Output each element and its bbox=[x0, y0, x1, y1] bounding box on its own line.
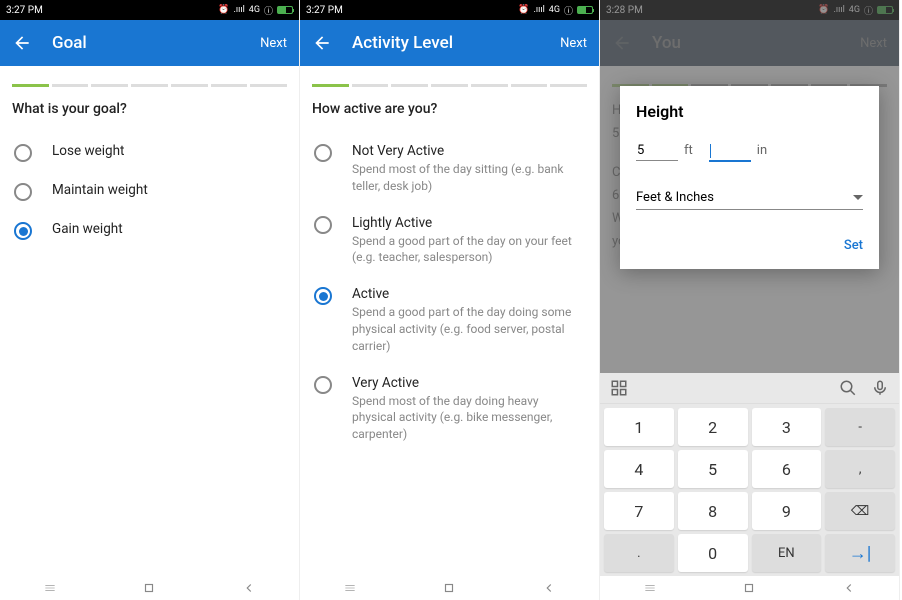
option-not-very-active[interactable]: Not Very Active Spend most of the day si… bbox=[300, 133, 599, 205]
radio-icon bbox=[14, 222, 32, 240]
signal-icon: .ıııl bbox=[234, 5, 245, 15]
option-title: Active bbox=[352, 286, 585, 302]
status-bar: 3:27 PM ⏰ .ıııl 4G ⓘ bbox=[0, 0, 299, 20]
recent-apps-icon[interactable] bbox=[43, 581, 57, 595]
key-dot[interactable]: . bbox=[604, 534, 674, 572]
grid-icon[interactable] bbox=[610, 379, 628, 397]
status-time: 3:27 PM bbox=[306, 5, 343, 16]
key-6[interactable]: 6 bbox=[752, 450, 822, 488]
option-title: Lightly Active bbox=[352, 215, 585, 231]
search-icon[interactable] bbox=[839, 379, 857, 397]
home-icon[interactable] bbox=[142, 581, 156, 595]
radio-icon bbox=[14, 183, 32, 201]
page-title: Goal bbox=[52, 33, 260, 53]
screen-goal: 3:27 PM ⏰ .ıııl 4G ⓘ Goal Next What is y… bbox=[0, 0, 300, 600]
radio-icon bbox=[14, 144, 32, 162]
key-backspace[interactable]: ⌫ bbox=[825, 492, 895, 530]
android-nav-bar bbox=[600, 576, 899, 600]
option-maintain-weight[interactable]: Maintain weight bbox=[0, 172, 299, 211]
height-dialog: Height ft in Feet & Inches Set bbox=[620, 86, 879, 269]
option-label: Gain weight bbox=[52, 221, 123, 237]
feet-label: ft bbox=[684, 143, 693, 158]
screen-you: 3:28 PM ⏰ .ıııl 4G ⓘ You Next H 5 C 6 W … bbox=[600, 0, 900, 600]
option-active[interactable]: Active Spend a good part of the day doin… bbox=[300, 276, 599, 364]
key-5[interactable]: 5 bbox=[678, 450, 748, 488]
screen-activity: 3:27 PM ⏰ .ıııl 4G ⓘ Activity Level Next… bbox=[300, 0, 600, 600]
option-lose-weight[interactable]: Lose weight bbox=[0, 133, 299, 172]
key-comma[interactable]: , bbox=[825, 450, 895, 488]
android-nav-bar bbox=[300, 576, 599, 600]
back-icon[interactable] bbox=[242, 581, 256, 595]
home-icon[interactable] bbox=[742, 581, 756, 595]
status-time: 3:27 PM bbox=[6, 5, 43, 16]
unit-value: Feet & Inches bbox=[636, 190, 714, 205]
key-1[interactable]: 1 bbox=[604, 408, 674, 446]
dialog-title: Height bbox=[636, 102, 863, 121]
back-button[interactable] bbox=[12, 33, 32, 53]
progress-indicator bbox=[300, 66, 599, 97]
next-button[interactable]: Next bbox=[560, 36, 587, 51]
option-title: Not Very Active bbox=[352, 143, 585, 159]
back-icon[interactable] bbox=[542, 581, 556, 595]
inches-label: in bbox=[757, 143, 767, 158]
option-desc: Spend most of the day sitting (e.g. bank… bbox=[352, 161, 585, 195]
recent-apps-icon[interactable] bbox=[643, 581, 657, 595]
home-icon[interactable] bbox=[442, 581, 456, 595]
option-lightly-active[interactable]: Lightly Active Spend a good part of the … bbox=[300, 205, 599, 277]
radio-icon bbox=[314, 376, 332, 394]
battery-icon bbox=[577, 6, 593, 14]
back-button[interactable] bbox=[312, 33, 332, 53]
question-text: What is your goal? bbox=[0, 97, 299, 133]
option-label: Maintain weight bbox=[52, 182, 148, 198]
key-minus[interactable]: - bbox=[825, 408, 895, 446]
key-9[interactable]: 9 bbox=[752, 492, 822, 530]
key-3[interactable]: 3 bbox=[752, 408, 822, 446]
feet-input[interactable] bbox=[636, 141, 678, 161]
option-desc: Spend most of the day doing heavy physic… bbox=[352, 393, 585, 443]
option-very-active[interactable]: Very Active Spend most of the day doing … bbox=[300, 365, 599, 453]
key-lang[interactable]: EN bbox=[752, 534, 822, 572]
key-2[interactable]: 2 bbox=[678, 408, 748, 446]
key-0[interactable]: 0 bbox=[678, 534, 748, 572]
recent-apps-icon[interactable] bbox=[343, 581, 357, 595]
option-desc: Spend a good part of the day doing some … bbox=[352, 304, 585, 354]
question-text: How active are you? bbox=[300, 97, 599, 133]
set-button[interactable]: Set bbox=[636, 238, 863, 253]
back-icon[interactable] bbox=[842, 581, 856, 595]
radio-icon bbox=[314, 287, 332, 305]
android-nav-bar bbox=[0, 576, 299, 600]
radio-icon bbox=[314, 144, 332, 162]
radio-icon bbox=[314, 216, 332, 234]
next-button[interactable]: Next bbox=[260, 36, 287, 51]
mic-icon[interactable] bbox=[871, 379, 889, 397]
option-desc: Spend a good part of the day on your fee… bbox=[352, 233, 585, 267]
numeric-keyboard: 1 2 3 - 4 5 6 , 7 8 9 ⌫ . 0 EN →| bbox=[600, 373, 899, 576]
network-label: 4G bbox=[249, 5, 260, 15]
unit-selector[interactable]: Feet & Inches bbox=[636, 186, 863, 210]
key-7[interactable]: 7 bbox=[604, 492, 674, 530]
option-label: Lose weight bbox=[52, 143, 124, 159]
option-gain-weight[interactable]: Gain weight bbox=[0, 211, 299, 250]
app-bar: Goal Next bbox=[0, 20, 299, 66]
dropdown-icon bbox=[853, 195, 863, 200]
page-title: Activity Level bbox=[352, 33, 560, 53]
key-4[interactable]: 4 bbox=[604, 450, 674, 488]
key-8[interactable]: 8 bbox=[678, 492, 748, 530]
option-title: Very Active bbox=[352, 375, 585, 391]
progress-indicator bbox=[0, 66, 299, 97]
alarm-icon: ⏰ bbox=[218, 5, 229, 15]
app-bar: Activity Level Next bbox=[300, 20, 599, 66]
inches-input[interactable] bbox=[709, 141, 751, 162]
battery-icon bbox=[277, 6, 293, 14]
key-enter[interactable]: →| bbox=[825, 534, 895, 572]
status-bar: 3:27 PM ⏰ .ıııl 4G ⓘ bbox=[300, 0, 599, 20]
